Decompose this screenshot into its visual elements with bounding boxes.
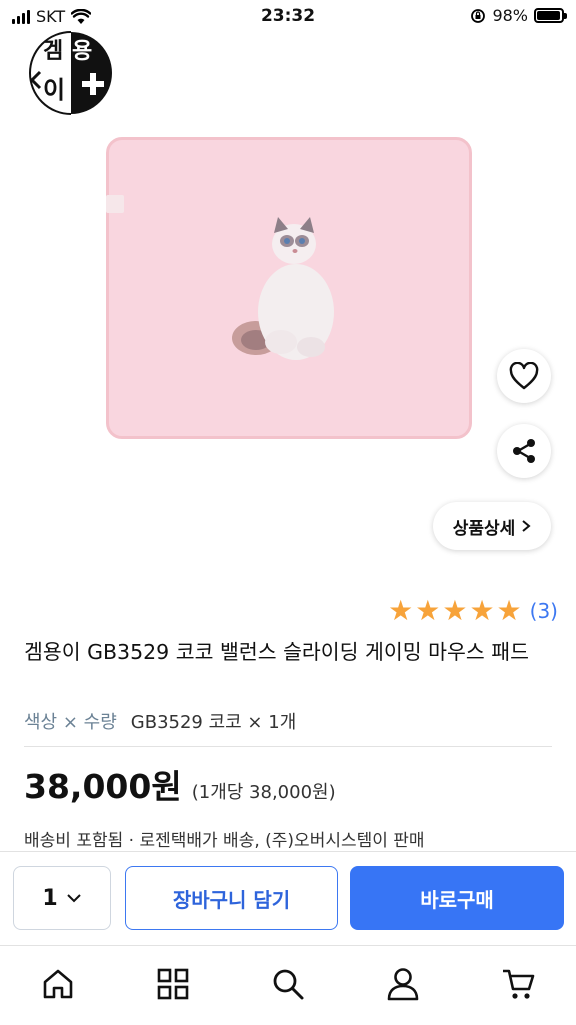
rotation-lock-icon	[471, 8, 486, 23]
star-icon: ★	[469, 594, 495, 627]
buy-now-button[interactable]: 바로구매	[350, 866, 564, 930]
star-icon: ★	[415, 594, 441, 627]
battery-label: 98%	[492, 6, 528, 25]
user-icon[interactable]	[385, 966, 421, 1002]
svg-text:용: 용	[72, 39, 92, 64]
categories-icon[interactable]	[155, 966, 191, 1002]
selected-option: 색상 × 수량 GB3529 코코 × 1개	[24, 708, 296, 734]
quantity-select[interactable]: 1	[13, 866, 111, 930]
home-icon[interactable]	[40, 966, 76, 1002]
product-detail-label: 상품상세	[452, 518, 516, 539]
unit-price: (1개당 38,000원)	[191, 782, 336, 803]
shipping-info: 배송비 포함됨 · 로젠택배가 배송, (주)오버시스템이 판매	[24, 831, 425, 851]
bottom-nav	[0, 945, 576, 1025]
search-icon[interactable]	[270, 966, 306, 1002]
wishlist-button[interactable]	[497, 349, 551, 403]
rating[interactable]: ★ ★ ★ ★ ★ (3)	[388, 597, 558, 625]
chevron-right-icon	[522, 520, 531, 532]
review-count[interactable]: (3)	[530, 599, 558, 623]
star-icon: ★	[496, 594, 522, 627]
cart-icon[interactable]	[500, 966, 536, 1002]
divider	[24, 746, 552, 747]
status-right: 98%	[470, 6, 567, 25]
price: 38,000원	[24, 767, 182, 806]
price-row: 38,000원 (1개당 38,000원)	[24, 760, 336, 808]
star-icon: ★	[442, 594, 468, 627]
option-value: GB3529 코코 × 1개	[130, 712, 297, 733]
cat-illustration	[232, 217, 334, 360]
battery-icon	[534, 8, 567, 23]
status-bar: SKT 23:32 98%	[0, 0, 576, 34]
add-to-cart-button[interactable]: 장바구니 담기	[125, 866, 338, 930]
chevron-down-icon	[66, 894, 81, 903]
product-title: 겜용이 GB3529 코코 밸런스 슬라이딩 게이밍 마우스 패드	[24, 640, 529, 664]
purchase-bar: 1 장바구니 담기 바로구매	[0, 851, 576, 946]
product-image[interactable]	[106, 137, 472, 439]
brand-logo[interactable]: 겜 용 이	[26, 30, 116, 116]
svg-text:겜: 겜	[43, 39, 63, 64]
share-button[interactable]	[497, 424, 551, 478]
svg-text:이: 이	[43, 76, 65, 104]
heart-icon	[509, 362, 539, 390]
star-icon: ★	[388, 594, 414, 627]
product-detail-button[interactable]: 상품상세	[433, 502, 551, 550]
share-icon	[513, 439, 535, 463]
option-label: 색상 × 수량	[24, 712, 117, 733]
quantity-value: 1	[42, 885, 58, 911]
